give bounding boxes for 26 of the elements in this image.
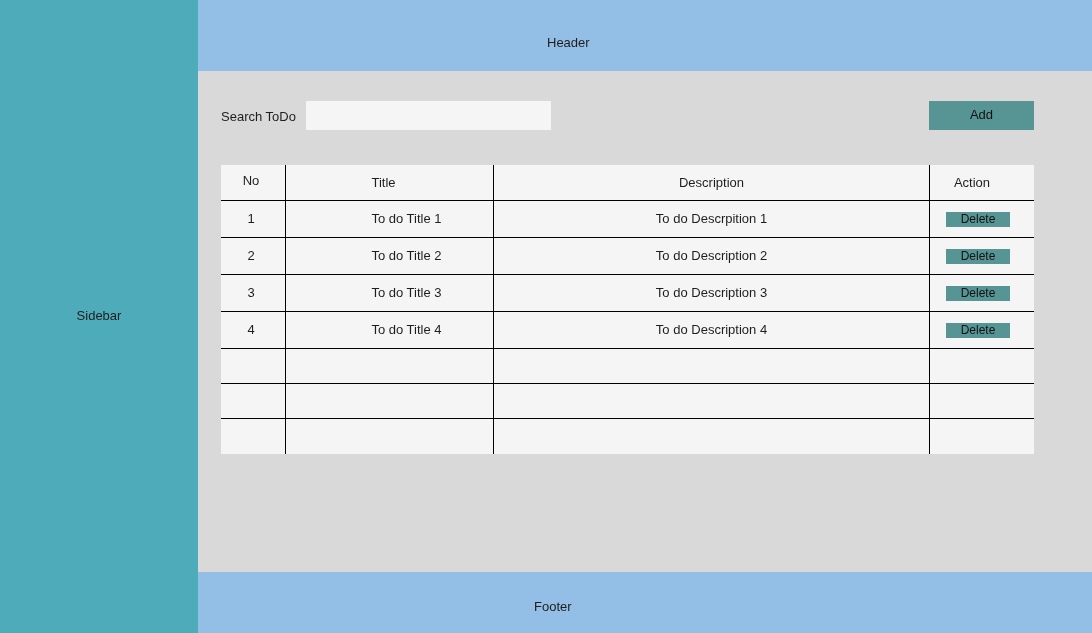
footer-text: Footer (534, 597, 572, 616)
delete-button[interactable]: Delete (946, 285, 1010, 301)
table-cell: To do Description 2 (494, 238, 930, 274)
table-cell: To do Title 3 (286, 275, 494, 311)
table-cell: To do Title 2 (286, 238, 494, 274)
delete-button[interactable]: Delete (946, 322, 1010, 338)
search-field[interactable] (306, 101, 551, 130)
table-cell: To do Title 1 (286, 201, 494, 237)
table-cell: To do Description 3 (494, 275, 930, 311)
header-title: Header (547, 33, 590, 52)
table-cell: To do Description 4 (494, 312, 930, 348)
table-cell: 3 (221, 275, 286, 311)
sidebar-label: Sidebar (76, 306, 122, 325)
table-cell: To do Descrpition 1 (494, 201, 930, 237)
add-button[interactable]: Add (929, 101, 1034, 130)
table-cell: To do Title 4 (286, 312, 494, 348)
delete-button[interactable]: Delete (946, 211, 1010, 227)
delete-button[interactable]: Delete (946, 248, 1010, 264)
column-header: No (221, 165, 286, 200)
column-header: Action (952, 173, 992, 192)
table-cell: 2 (221, 238, 286, 274)
search-label: Search ToDo (221, 108, 297, 127)
column-header: Title (286, 165, 494, 200)
table-cell: 4 (221, 312, 286, 348)
table-cell: 1 (221, 201, 286, 237)
column-header: Description (494, 165, 930, 200)
